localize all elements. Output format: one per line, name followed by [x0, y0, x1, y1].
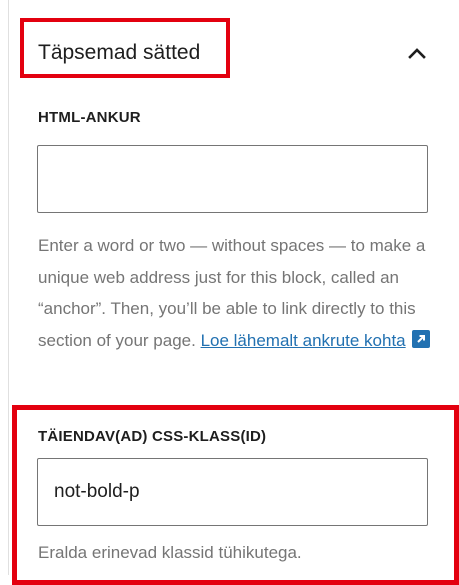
html-anchor-help: Enter a word or two — without spaces — t… — [38, 230, 438, 358]
css-classes-help: Eralda erinevad klassid tühikutega. — [38, 543, 302, 562]
advanced-settings-panel: Täpsemad sätted HTML-ANKUR Enter a word … — [0, 0, 459, 585]
html-anchor-input[interactable] — [37, 145, 428, 213]
anchors-learn-more-link[interactable]: Loe lähemalt ankrute kohta — [201, 331, 406, 350]
css-classes-label: TÄIENDAV(AD) CSS-KLASS(ID) — [38, 428, 267, 445]
panel-title: Täpsemad sätted — [38, 41, 201, 64]
html-anchor-label: HTML-ANKUR — [38, 109, 141, 126]
chevron-up-icon[interactable] — [402, 39, 432, 69]
css-classes-input[interactable] — [37, 458, 428, 526]
external-link-icon[interactable] — [411, 327, 430, 359]
